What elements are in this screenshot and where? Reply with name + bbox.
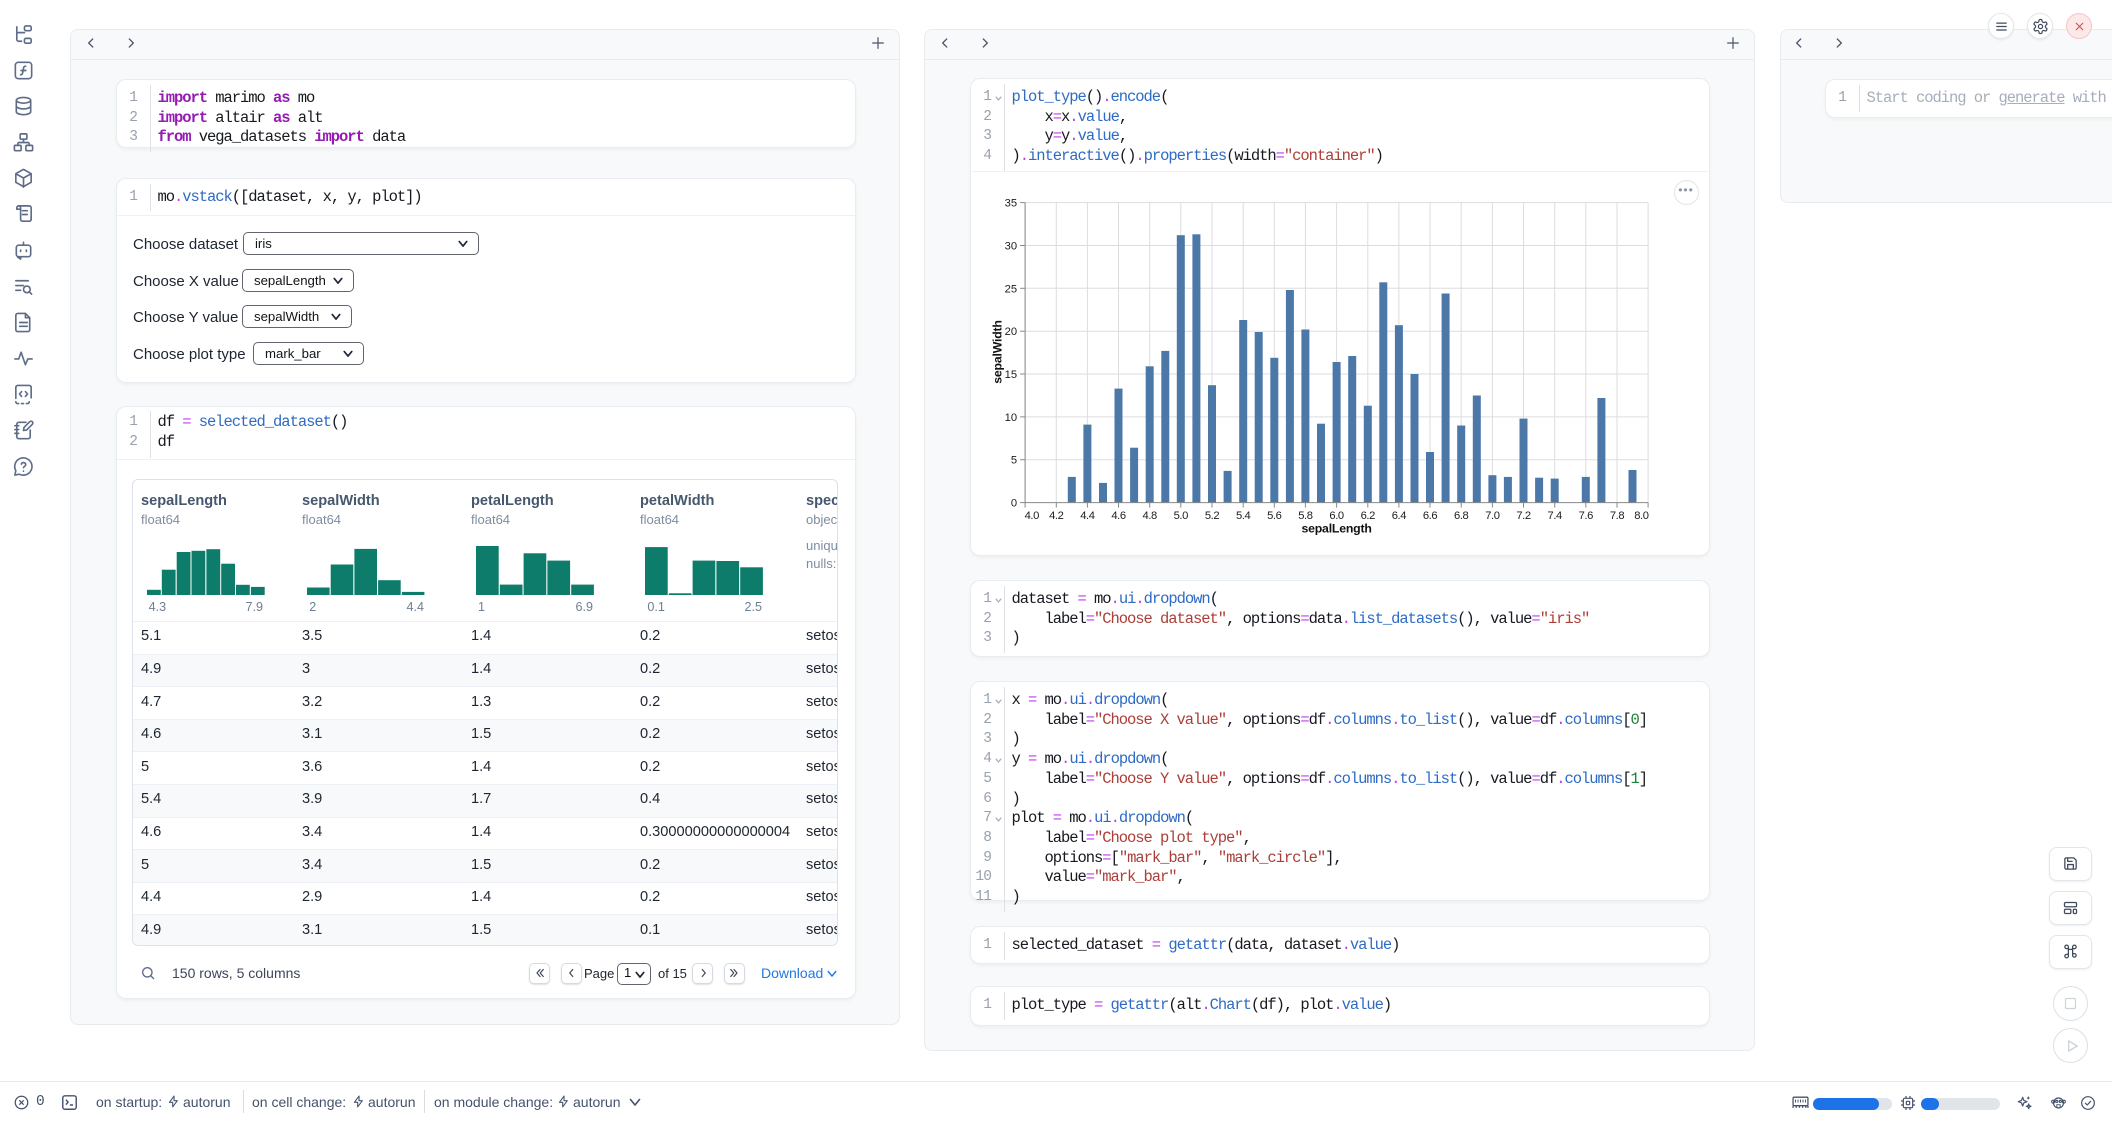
svg-text:4.6: 4.6 xyxy=(1111,510,1126,522)
svg-text:6.2: 6.2 xyxy=(1361,510,1376,522)
svg-text:6.8: 6.8 xyxy=(1454,510,1469,522)
svg-text:7.2: 7.2 xyxy=(1516,510,1531,522)
svg-text:5.8: 5.8 xyxy=(1298,510,1313,522)
svg-text:5: 5 xyxy=(1011,455,1017,467)
svg-text:25: 25 xyxy=(1005,283,1017,295)
svg-text:5.0: 5.0 xyxy=(1174,510,1189,522)
svg-text:0: 0 xyxy=(1011,498,1017,510)
svg-text:4.0: 4.0 xyxy=(1025,510,1040,522)
svg-text:5.4: 5.4 xyxy=(1236,510,1251,522)
svg-text:10: 10 xyxy=(1005,412,1017,424)
svg-text:7.0: 7.0 xyxy=(1485,510,1500,522)
svg-text:sepalLength: sepalLength xyxy=(1301,522,1371,536)
svg-text:7.8: 7.8 xyxy=(1610,510,1625,522)
svg-text:30: 30 xyxy=(1005,241,1017,253)
svg-text:8.0: 8.0 xyxy=(1634,510,1649,522)
svg-text:6.6: 6.6 xyxy=(1423,510,1438,522)
svg-text:6.4: 6.4 xyxy=(1392,510,1407,522)
svg-text:5.2: 5.2 xyxy=(1205,510,1220,522)
svg-text:7.6: 7.6 xyxy=(1579,510,1594,522)
svg-text:sepalWidth: sepalWidth xyxy=(991,320,1005,383)
svg-text:15: 15 xyxy=(1005,369,1017,381)
svg-text:7.4: 7.4 xyxy=(1548,510,1563,522)
svg-text:6.0: 6.0 xyxy=(1329,510,1344,522)
svg-text:4.4: 4.4 xyxy=(1080,510,1095,522)
svg-text:4.8: 4.8 xyxy=(1143,510,1158,522)
svg-text:20: 20 xyxy=(1005,326,1017,338)
svg-text:35: 35 xyxy=(1005,198,1017,210)
svg-text:5.6: 5.6 xyxy=(1267,510,1282,522)
svg-text:4.2: 4.2 xyxy=(1049,510,1064,522)
